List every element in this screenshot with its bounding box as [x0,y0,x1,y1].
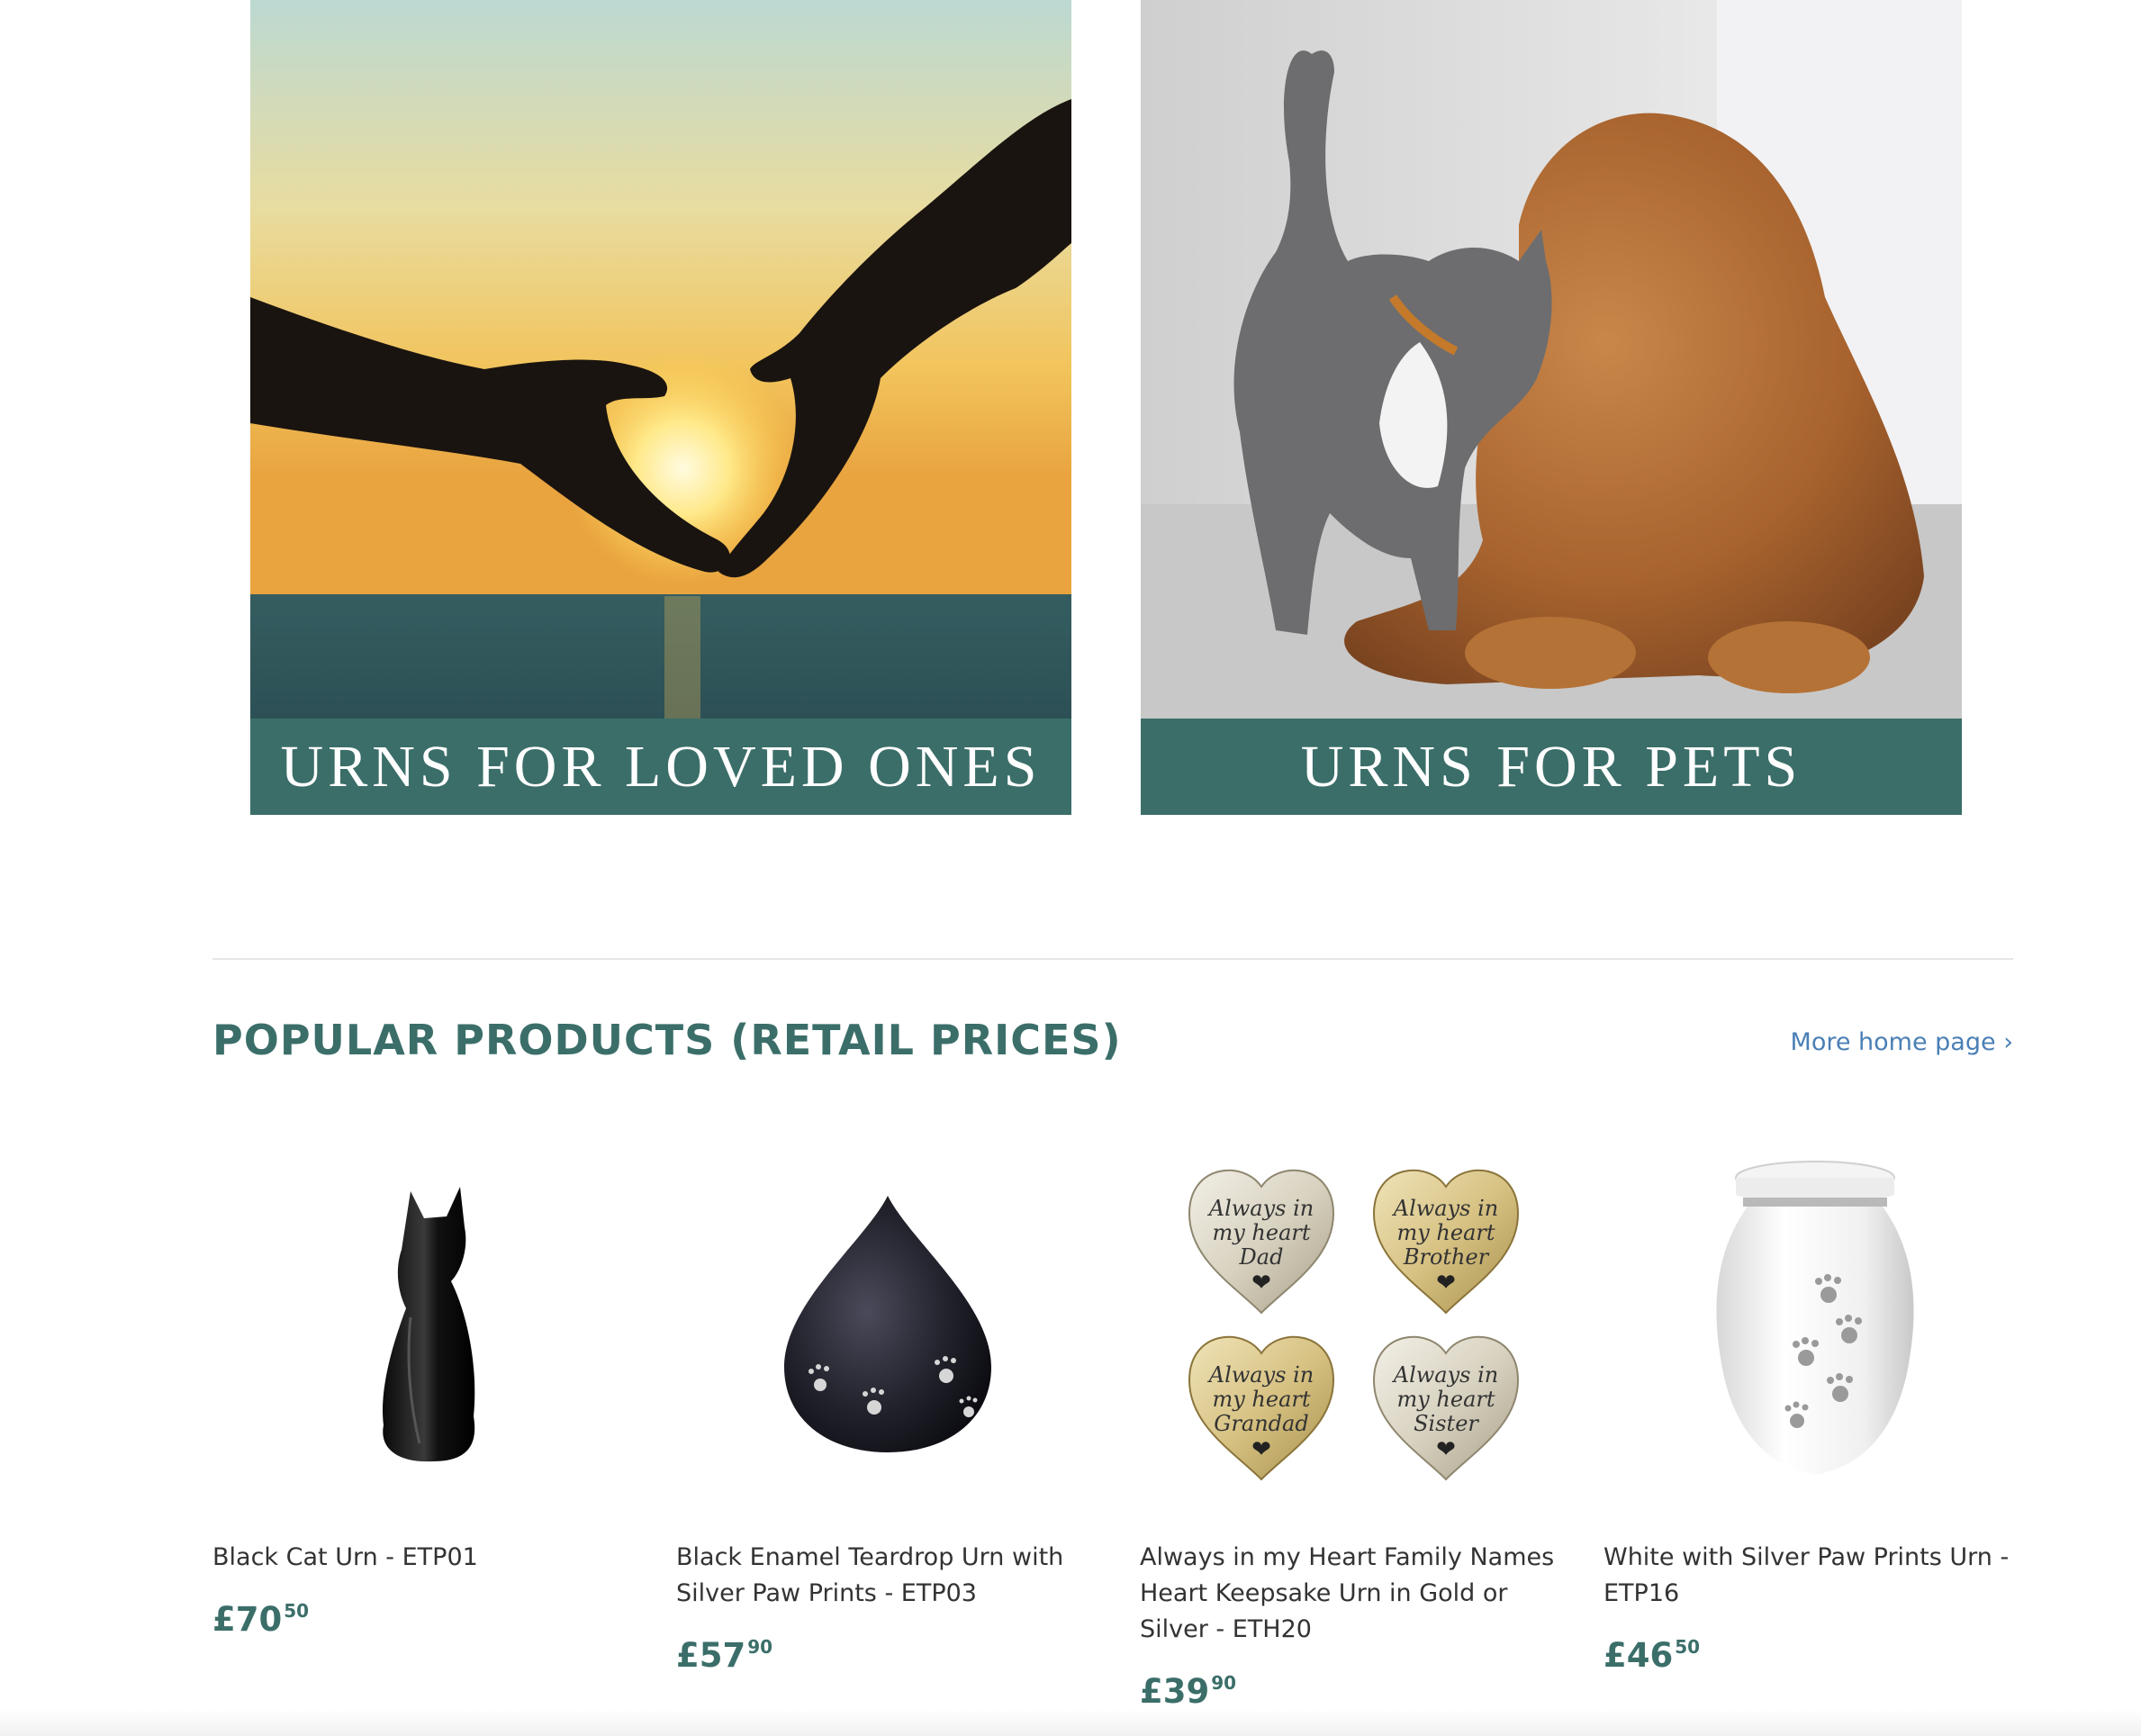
heart-icon: ❤ [1251,1436,1271,1463]
black-teardrop-urn-image [784,1196,991,1452]
price-cents: 50 [1675,1636,1701,1658]
keepsake-line-2: my heart [1396,1387,1495,1412]
product-card[interactable]: Always in my heart Dad ❤ Always in my he… [1140,1142,1563,1711]
section-divider [212,958,2013,960]
product-image[interactable] [1603,1142,2027,1502]
product-price: £46 50 [1603,1637,2027,1675]
product-title[interactable]: Always in my Heart Family Names Heart Ke… [1140,1540,1563,1648]
more-home-page-link[interactable]: More home page › [1791,1028,2013,1056]
heart-icon: ❤ [1251,1270,1271,1297]
keepsake-line-1: Always in [1392,1362,1499,1388]
collection-tile-loved-ones[interactable]: URNS FOR LOVED ONES [250,0,1071,815]
heart-icon: ❤ [1436,1436,1456,1463]
price-cents: 90 [747,1636,773,1658]
keepsake-line-2: my heart [1396,1220,1495,1245]
collection-banner: URNS FOR PETS [1141,719,1962,815]
product-card[interactable]: Black Enamel Teardrop Urn with Silver Pa… [676,1142,1099,1675]
heart-icon: ❤ [1436,1270,1456,1297]
keepsake-line-3: Grandad [1214,1411,1308,1436]
keepsake-line-2: my heart [1212,1220,1310,1245]
white-paw-urn-image [1716,1161,1914,1475]
price-main: £46 [1603,1636,1674,1675]
black-cat-urn-image [383,1187,475,1462]
keepsake-line-3: Sister [1414,1411,1479,1436]
product-title[interactable]: Black Cat Urn - ETP01 [212,1540,636,1576]
keepsake-line-1: Always in [1392,1196,1499,1221]
product-price: £70 50 [212,1601,636,1639]
collection-label: URNS FOR PETS [1300,733,1802,800]
bottom-shadow [0,1709,2141,1736]
product-card[interactable]: Black Cat Urn - ETP01 £70 50 [212,1142,636,1639]
collection-banner: URNS FOR LOVED ONES [250,719,1071,815]
price-main: £39 [1140,1672,1210,1711]
product-card[interactable]: White with Silver Paw Prints Urn - ETP16… [1603,1142,2027,1675]
product-price: £39 90 [1140,1673,1563,1711]
price-cents: 50 [284,1600,310,1622]
heart-keepsake-urns-image: Always in my heart Dad ❤ Always in my he… [1188,1169,1519,1480]
keepsake-line-3: Dad [1239,1244,1284,1270]
product-price: £57 90 [676,1637,1099,1675]
price-cents: 90 [1211,1672,1237,1694]
product-title[interactable]: Black Enamel Teardrop Urn with Silver Pa… [676,1540,1099,1612]
collection-label: URNS FOR LOVED ONES [280,733,1042,800]
sunset-heart-hands-image [250,0,1071,719]
section-title: POPULAR PRODUCTS (RETAIL PRICES) [212,1016,1122,1064]
product-image[interactable] [676,1142,1099,1502]
price-main: £70 [212,1600,283,1639]
keepsake-line-1: Always in [1207,1196,1314,1221]
price-main: £57 [676,1636,746,1675]
product-image[interactable] [212,1142,636,1502]
keepsake-line-2: my heart [1212,1387,1310,1412]
product-image[interactable]: Always in my heart Dad ❤ Always in my he… [1140,1142,1563,1502]
keepsake-line-1: Always in [1207,1362,1314,1388]
keepsake-line-3: Brother [1403,1244,1490,1270]
product-title[interactable]: White with Silver Paw Prints Urn - ETP16 [1603,1540,2027,1612]
collection-tile-pets[interactable]: URNS FOR PETS [1141,0,1962,815]
cat-and-dog-image [1141,0,1962,719]
